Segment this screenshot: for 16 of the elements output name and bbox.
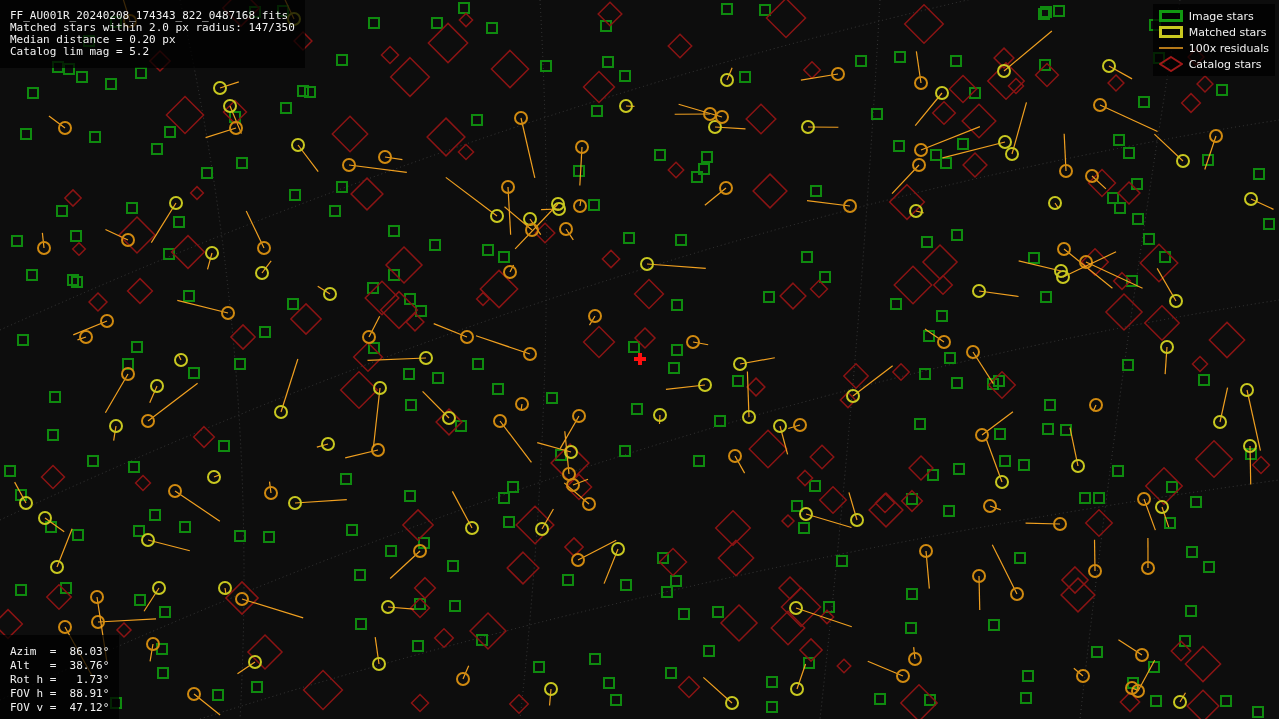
diamond-icon [1158,56,1183,72]
pointing-text: FOV v = 47.12° [10,701,110,715]
legend-label: Matched stars [1188,25,1267,39]
thick-square-icon [1158,26,1183,38]
info-text: Catalog lim mag = 5.2 [10,46,151,58]
info-text: Matched stars within 2.0 px radius: 147/350 [10,22,295,34]
pointing-text: Alt = 38.76° [10,659,110,673]
legend-label: Catalog stars [1188,57,1262,71]
legend-label: 100x residuals [1188,41,1269,55]
info-text: FF_AU001R_20240208_174343_822_0487168.fits [10,10,290,22]
pointing-text: FOV h = 88.91° [10,687,110,701]
info-text: Median distance = 0.20 px [10,34,177,46]
legend-label: Image stars [1188,9,1254,23]
square-outline-icon [1158,10,1183,22]
pointing-text: Rot h = 1.73° [10,673,110,687]
pointing-text: Azim = 86.03° [10,645,110,659]
